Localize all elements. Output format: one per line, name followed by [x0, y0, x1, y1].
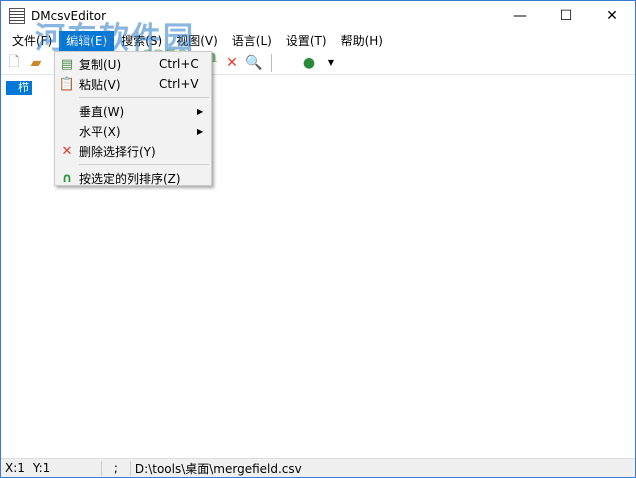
menu-item-paste[interactable]: 📋 粘贴(V) Ctrl+V — [55, 74, 211, 94]
menu-item-delete-rows[interactable]: ✕ 删除选择行(Y) — [55, 141, 211, 161]
status-y: Y:1 — [32, 461, 51, 475]
status-x: X:1 — [5, 461, 25, 475]
new-file-icon[interactable]: 🗋 — [5, 54, 23, 72]
paste-icon: 📋 — [58, 76, 76, 92]
open-folder-icon[interactable]: ▰ — [27, 54, 45, 72]
sort-label: 按选定的列排序(Z) — [79, 171, 181, 186]
menu-settings[interactable]: 设置(T) — [279, 31, 334, 51]
horizontal-label: 水平(X) — [79, 124, 121, 139]
menu-separator — [79, 164, 209, 165]
delete-icon[interactable]: ✕ — [223, 54, 241, 72]
submenu-arrow-icon: ▶ — [197, 106, 204, 116]
delete-icon: ✕ — [61, 143, 73, 159]
window-title: DMcsvEditor — [31, 9, 107, 23]
globe-language-icon[interactable]: ● — [300, 54, 318, 72]
menu-edit[interactable]: 编辑(E) — [59, 31, 115, 51]
copy-label: 复制(U) — [79, 57, 122, 72]
submenu-arrow-icon: ▶ — [197, 126, 204, 136]
menu-item-copy[interactable]: ▤ 复制(U) Ctrl+C — [55, 54, 211, 74]
menu-bar: 文件(F) 编辑(E) 搜索(S) 视图(V) 语言(L) 设置(T) 帮助(H… — [1, 31, 635, 51]
menu-search[interactable]: 搜索(S) — [114, 31, 169, 51]
delete-rows-label: 删除选择行(Y) — [79, 144, 156, 159]
app-icon — [9, 8, 25, 24]
vertical-label: 垂直(W) — [79, 104, 125, 119]
menu-file[interactable]: 文件(F) — [5, 31, 59, 51]
paste-label: 粘贴(V) — [79, 77, 121, 92]
maximize-button[interactable]: ☐ — [543, 1, 589, 31]
close-button[interactable]: ✕ — [589, 1, 635, 31]
search-icon[interactable]: 🔍 — [245, 54, 263, 72]
title-bar: DMcsvEditor — ☐ ✕ — [1, 1, 635, 31]
minimize-button[interactable]: — — [497, 1, 543, 31]
toolbar-separator — [271, 53, 272, 72]
chevron-down-icon[interactable]: ▼ — [322, 54, 340, 72]
status-bar: X:1 Y:1 ; D:\tools\桌面\mergefield.csv — [1, 458, 635, 477]
copy-icon: ▤ — [60, 56, 74, 72]
menu-help[interactable]: 帮助(H) — [334, 31, 390, 51]
menu-view[interactable]: 视图(V) — [169, 31, 225, 51]
menu-item-sort[interactable]: ∩ 按选定的列排序(Z) — [55, 168, 211, 188]
status-delimiter: ; — [113, 461, 118, 475]
grid-cell-selected[interactable]: 栉 — [6, 81, 32, 95]
menu-language[interactable]: 语言(L) — [225, 31, 279, 51]
menu-item-vertical[interactable]: 垂直(W) ▶ — [55, 101, 211, 121]
status-file-path: D:\tools\桌面\mergefield.csv — [134, 461, 302, 476]
menu-separator — [79, 97, 209, 98]
sort-arrow-icon: ∩ — [61, 170, 73, 186]
edit-menu-dropdown: ▤ 复制(U) Ctrl+C 📋 粘贴(V) Ctrl+V 垂直(W) ▶ 水平… — [54, 51, 212, 186]
paste-shortcut: Ctrl+V — [159, 77, 199, 91]
menu-item-horizontal[interactable]: 水平(X) ▶ — [55, 121, 211, 141]
copy-shortcut: Ctrl+C — [159, 57, 199, 71]
